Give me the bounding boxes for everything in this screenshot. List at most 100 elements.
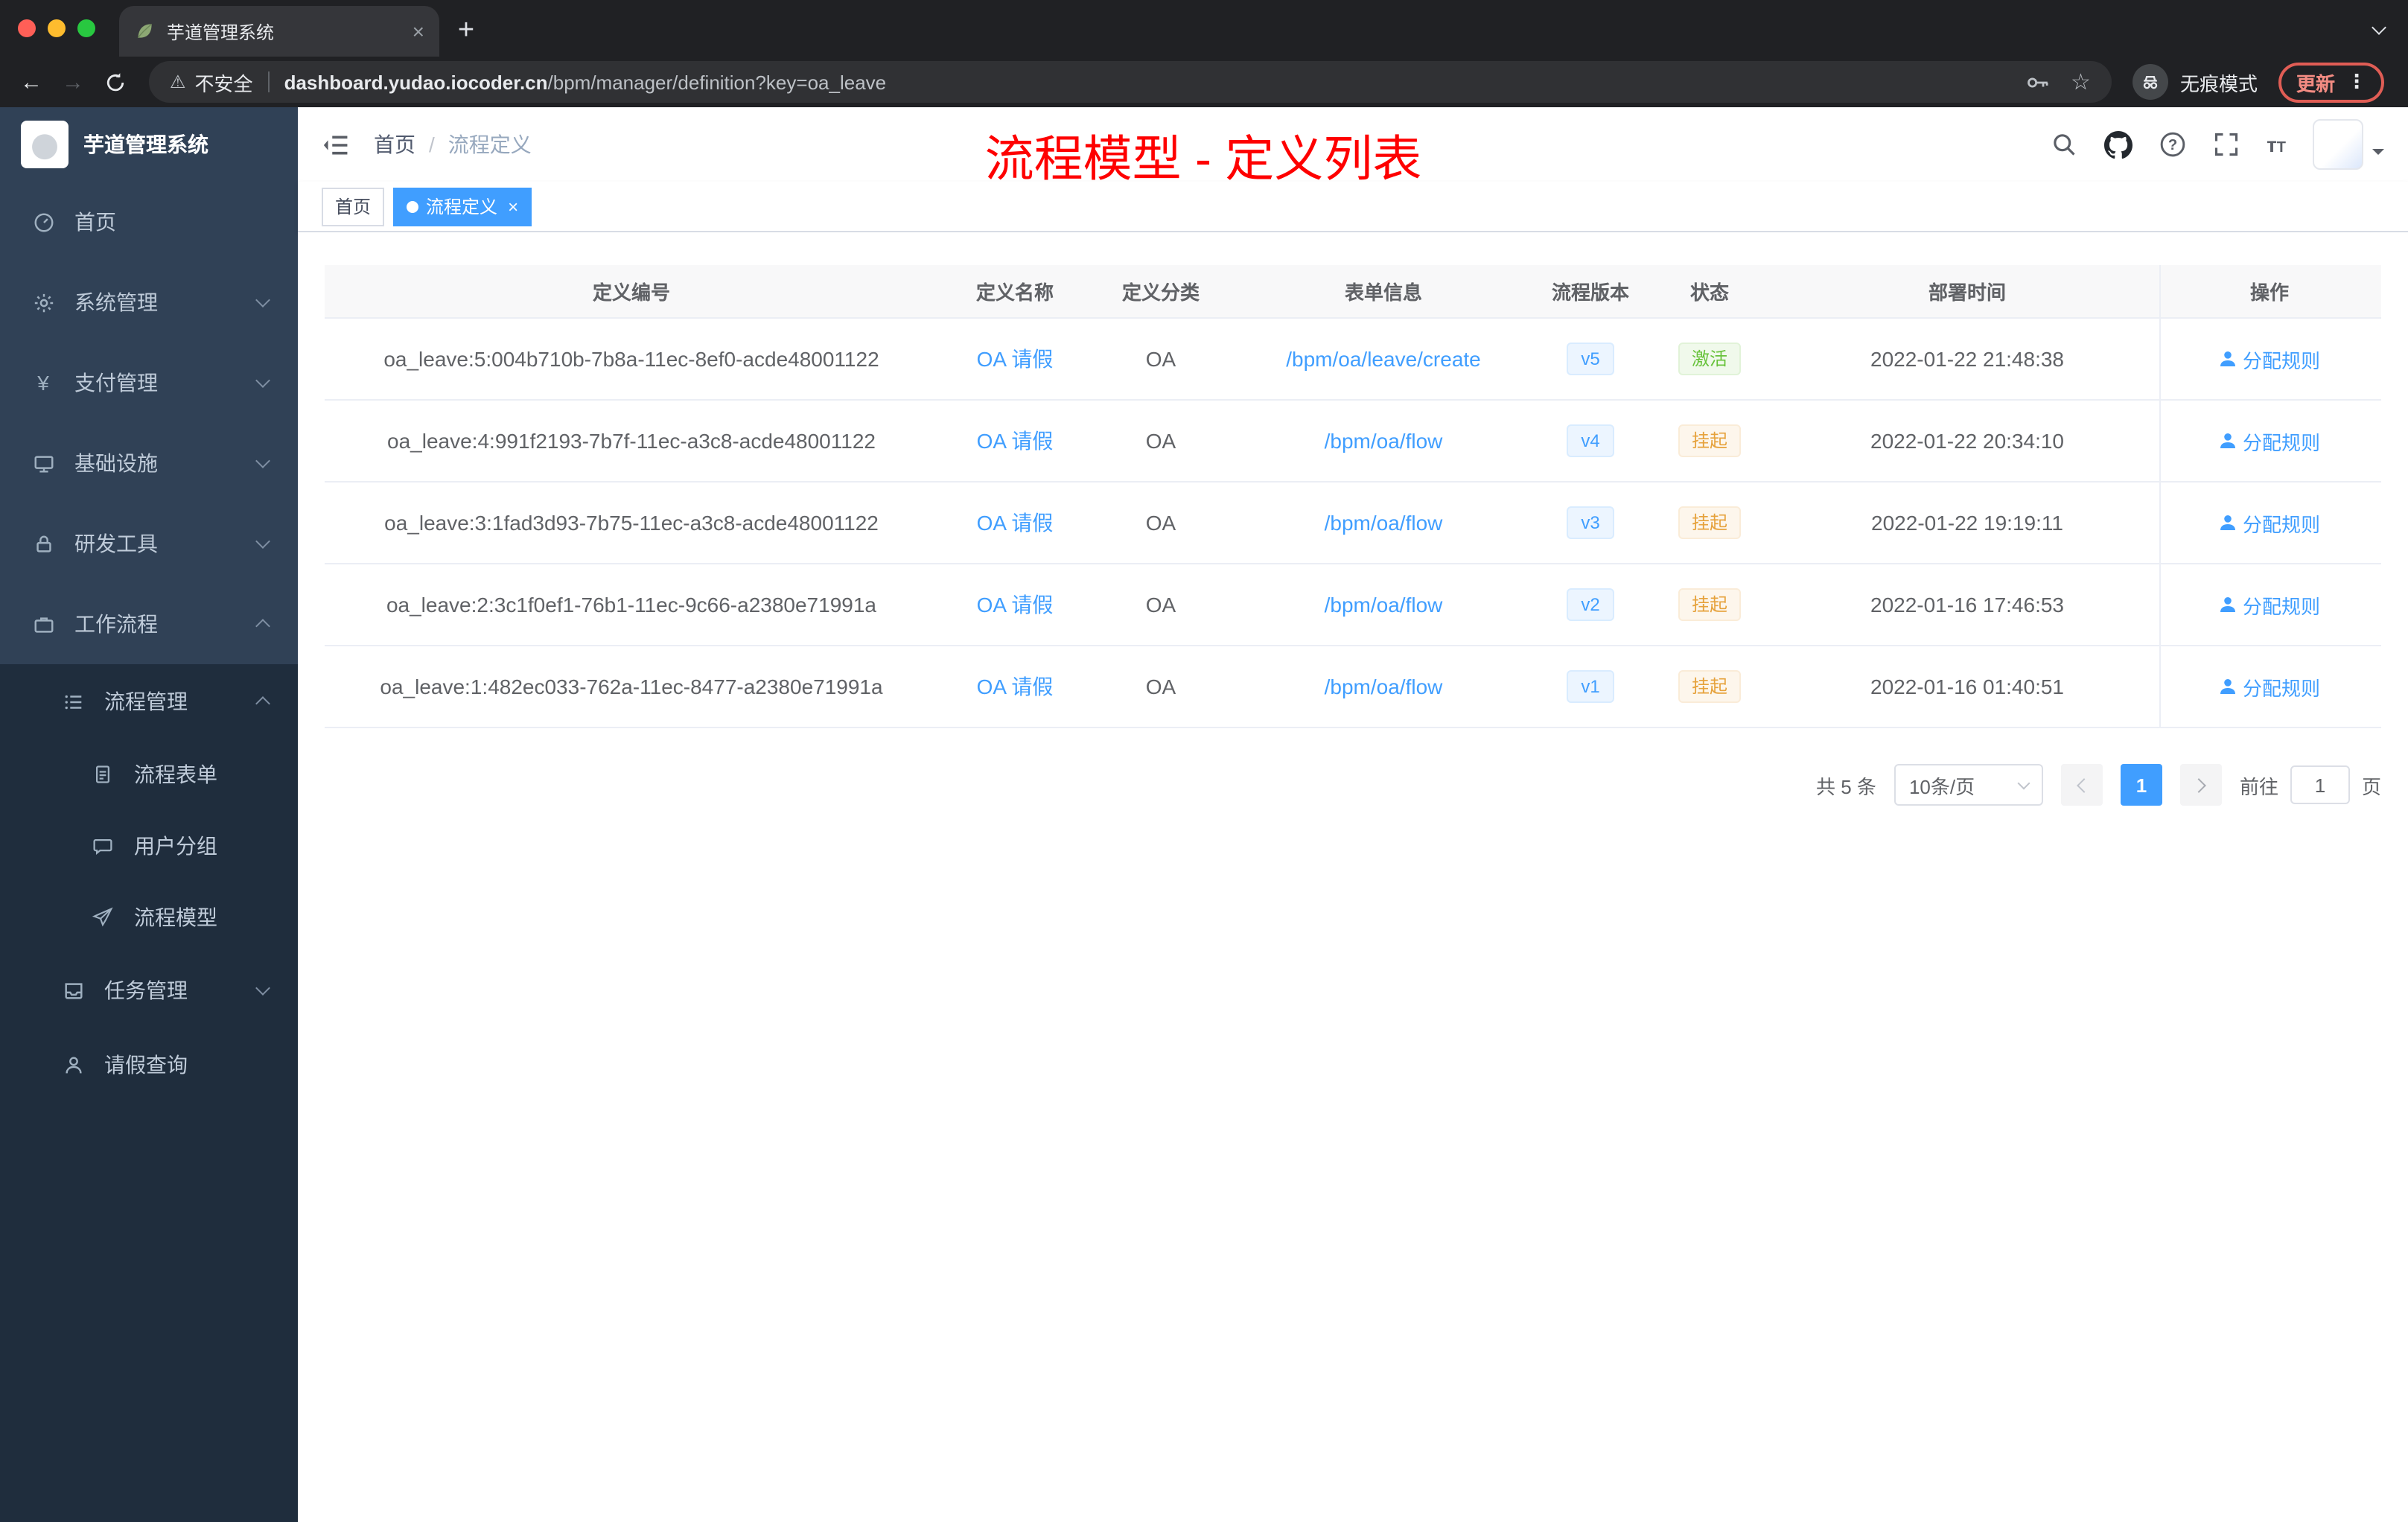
form-link[interactable]: /bpm/oa/leave/create [1286, 347, 1481, 371]
sidebar-item-process-model[interactable]: 流程模型 [0, 882, 298, 953]
definition-name-link[interactable]: OA 请假 [977, 344, 1054, 374]
sidebar-item-system-mgmt[interactable]: 系统管理 [0, 262, 298, 343]
browser-toolbar: ← → ⚠ 不安全 dashboard.yudao.iocoder.cn/bpm… [0, 57, 2408, 107]
form-link[interactable]: /bpm/oa/flow [1325, 429, 1443, 453]
cell-category: OA [1145, 593, 1176, 617]
column-header-status: 状态 [1689, 281, 1729, 304]
chevron-down-icon [255, 293, 270, 308]
sidebar-item-user-group[interactable]: 用户分组 [0, 810, 298, 882]
sidebar-item-task-mgmt[interactable]: 任务管理 [0, 953, 298, 1028]
minimize-window-button[interactable] [48, 19, 66, 37]
assign-rule-link[interactable]: 分配规则 [2219, 590, 2320, 619]
app-logo-row: 芋道管理系统 [0, 107, 298, 182]
sidebar-item-label: 流程模型 [134, 905, 217, 929]
favicon-leaf-icon [137, 23, 153, 39]
cell-category: OA [1145, 511, 1176, 535]
svg-text:?: ? [2168, 137, 2177, 153]
form-link[interactable]: /bpm/oa/flow [1325, 511, 1443, 535]
forward-icon[interactable]: → [54, 69, 92, 95]
assign-rule-link[interactable]: 分配规则 [2219, 672, 2320, 701]
sidebar-item-dev-tools[interactable]: 研发工具 [0, 503, 298, 584]
maximize-window-button[interactable] [77, 19, 95, 37]
definition-name-link[interactable]: OA 请假 [977, 672, 1054, 701]
monitor-icon [30, 452, 57, 474]
chevron-up-icon [255, 696, 270, 711]
tag-close-icon[interactable]: × [508, 196, 518, 217]
page-number-current[interactable]: 1 [2120, 764, 2162, 806]
cell-definition-id: oa_leave:5:004b710b-7b8a-11ec-8ef0-acde4… [383, 347, 879, 371]
version-badge: v5 [1566, 343, 1615, 375]
definition-name-link[interactable]: OA 请假 [977, 426, 1054, 456]
page-size-select[interactable]: 10条/页 [1893, 764, 2043, 806]
sidebar-item-infrastructure[interactable]: 基础设施 [0, 423, 298, 503]
sidebar-fold-icon[interactable] [322, 130, 350, 159]
password-key-icon[interactable] [2025, 69, 2050, 95]
fullscreen-icon[interactable] [2213, 131, 2240, 158]
breadcrumb-home[interactable]: 首页 [374, 130, 415, 159]
sidebar-item-process-mgmt[interactable]: 流程管理 [0, 664, 298, 739]
version-badge: v1 [1566, 670, 1615, 703]
next-page-button[interactable] [2179, 764, 2222, 806]
url-domain: dashboard.yudao.iocoder.cn [284, 71, 548, 93]
bookmark-star-icon[interactable]: ☆ [2071, 69, 2091, 95]
close-window-button[interactable] [18, 19, 36, 37]
help-icon[interactable]: ? [2159, 131, 2186, 158]
url-path: /bpm/manager/definition?key=oa_leave [547, 71, 887, 93]
annotation-title: 流程模型 - 定义列表 [984, 131, 1422, 186]
definition-name-link[interactable]: OA 请假 [977, 508, 1054, 538]
cell-definition-id: oa_leave:2:3c1f0ef1-76b1-11ec-9c66-a2380… [386, 593, 876, 617]
tab-close-icon[interactable]: × [413, 19, 424, 43]
tray-icon [60, 979, 86, 1002]
version-badge: v3 [1566, 506, 1615, 539]
avatar[interactable] [2313, 119, 2363, 170]
assign-rule-link[interactable]: 分配规则 [2219, 427, 2320, 455]
url-bar[interactable]: ⚠ 不安全 dashboard.yudao.iocoder.cn/bpm/man… [149, 61, 2112, 103]
reload-icon[interactable] [95, 71, 134, 93]
status-badge: 激活 [1678, 343, 1741, 375]
form-link[interactable]: /bpm/oa/flow [1325, 593, 1443, 617]
chevron-up-icon [255, 619, 270, 634]
chat-bubble-icon [89, 835, 116, 856]
assign-rule-link[interactable]: 分配规则 [2219, 509, 2320, 537]
definition-name-link[interactable]: OA 请假 [977, 590, 1054, 620]
cell-deploy-time: 2022-01-16 01:40:51 [1870, 675, 2064, 698]
breadcrumb-separator: / [429, 133, 435, 156]
sidebar-item-label: 首页 [74, 210, 116, 234]
tag-process-definition[interactable]: 流程定义 × [393, 187, 532, 226]
browser-tab[interactable]: 芋道管理系统 × [119, 6, 439, 57]
jump-page-input[interactable] [2290, 765, 2350, 804]
caret-down-icon [2372, 149, 2384, 161]
gear-icon [30, 291, 57, 313]
sidebar-item-workflow[interactable]: 工作流程 [0, 584, 298, 664]
incognito-label: 无痕模式 [2179, 72, 2258, 95]
status-badge: 挂起 [1678, 506, 1741, 539]
prev-page-button[interactable] [2060, 764, 2103, 806]
github-icon[interactable] [2104, 130, 2133, 159]
document-icon [89, 764, 116, 785]
tag-home[interactable]: 首页 [322, 187, 385, 226]
person-icon [60, 1054, 86, 1076]
tag-label: 流程定义 [426, 197, 498, 217]
active-tag-dot [407, 200, 419, 212]
assign-rule-link[interactable]: 分配规则 [2219, 345, 2320, 373]
tab-search-chevron-icon[interactable] [2372, 20, 2386, 35]
new-tab-button[interactable]: + [445, 10, 487, 52]
update-browser-button[interactable]: 更新 ⋮ [2278, 62, 2384, 102]
font-size-icon[interactable]: тT [2267, 133, 2286, 156]
sidebar-item-leave-query[interactable]: 请假查询 [0, 1028, 298, 1102]
cell-deploy-time: 2022-01-22 21:48:38 [1870, 347, 2064, 371]
sidebar-item-payment-mgmt[interactable]: ¥ 支付管理 [0, 343, 298, 423]
back-icon[interactable]: ← [12, 69, 51, 95]
workflow-submenu: 流程管理 流程表单 用户分组 流程模型 任务管理 请假查询 [0, 664, 298, 1522]
chevron-down-icon [255, 453, 270, 468]
sidebar-item-home[interactable]: 首页 [0, 182, 298, 262]
sidebar-item-label: 任务管理 [104, 978, 188, 1002]
briefcase-icon [30, 613, 57, 635]
pagination-total: 共 5 条 [1816, 775, 1876, 797]
search-icon[interactable] [2051, 131, 2077, 158]
user-menu[interactable] [2313, 119, 2384, 170]
sidebar-item-process-form[interactable]: 流程表单 [0, 739, 298, 810]
form-link[interactable]: /bpm/oa/flow [1325, 675, 1443, 698]
column-header-actions: 操作 [2159, 265, 2378, 317]
browser-menu-icon[interactable]: ⋮ [2347, 70, 2366, 94]
